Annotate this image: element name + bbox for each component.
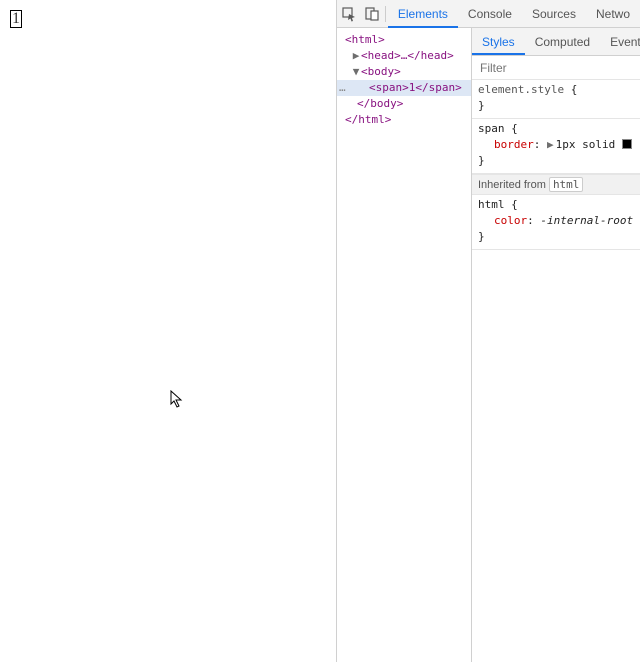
styles-filter-row	[472, 56, 640, 80]
dom-node-html-close[interactable]: </html>	[337, 112, 471, 128]
styles-filter-input[interactable]	[478, 60, 634, 76]
page-span: 1	[10, 10, 22, 28]
devtools-panel: Elements Console Sources Netwo <html> ▶<…	[336, 0, 640, 662]
css-value: -internal-root-c	[540, 214, 634, 227]
tab-sources[interactable]: Sources	[522, 0, 586, 28]
css-value: 1px solid	[556, 138, 616, 151]
dom-tree[interactable]: <html> ▶<head>…</head> ▼<body> …<span>1<…	[337, 28, 472, 662]
inherited-from-bar: Inherited from html	[472, 174, 640, 195]
css-rules-list: element.style { } span { border: ▶1px so…	[472, 80, 640, 662]
color-swatch-icon[interactable]	[622, 139, 632, 149]
styles-pane: Styles Computed Event L element.style { …	[472, 28, 640, 662]
rule-span[interactable]: span { border: ▶1px solid bl }	[472, 119, 640, 174]
subtab-event-listeners[interactable]: Event L	[600, 28, 640, 55]
dom-node-html-open[interactable]: <html>	[337, 32, 471, 48]
subtab-computed[interactable]: Computed	[525, 28, 600, 55]
ellipsis-icon[interactable]: …	[339, 80, 345, 96]
selector-text: element.style	[478, 83, 564, 96]
selector-text: html	[478, 198, 505, 211]
styles-sub-tabs: Styles Computed Event L	[472, 28, 640, 56]
app-root: 1 Elements Console Sources Netwo	[0, 0, 640, 662]
inspect-element-icon[interactable]	[337, 0, 360, 28]
tab-elements[interactable]: Elements	[388, 0, 458, 28]
device-toolbar-icon[interactable]	[360, 0, 383, 28]
subtab-styles[interactable]: Styles	[472, 28, 525, 55]
css-property: border	[494, 138, 534, 151]
toolbar-separator	[385, 6, 386, 22]
mouse-cursor-icon	[170, 390, 186, 410]
rule-element-style[interactable]: element.style { }	[472, 80, 640, 119]
rendered-page: 1	[0, 0, 336, 662]
expand-triangle-icon[interactable]: ▶	[351, 48, 361, 64]
css-property: color	[494, 214, 527, 227]
dom-node-body-close[interactable]: </body>	[337, 96, 471, 112]
dom-node-head[interactable]: ▶<head>…</head>	[337, 48, 471, 64]
devtools-main-tabs: Elements Console Sources Netwo	[388, 0, 640, 28]
devtools-toolbar: Elements Console Sources Netwo	[337, 0, 640, 28]
css-declaration[interactable]: color: -internal-root-c	[478, 213, 634, 229]
inherited-label: Inherited from	[478, 179, 546, 191]
tab-console[interactable]: Console	[458, 0, 522, 28]
tab-network[interactable]: Netwo	[586, 0, 640, 28]
shorthand-expand-icon[interactable]: ▶	[547, 138, 554, 151]
inherited-from-link[interactable]: html	[549, 177, 584, 192]
rule-html[interactable]: html { color: -internal-root-c }	[472, 195, 640, 250]
css-declaration[interactable]: border: ▶1px solid bl	[478, 137, 634, 153]
selector-text: span	[478, 122, 505, 135]
devtools-panes: <html> ▶<head>…</head> ▼<body> …<span>1<…	[337, 28, 640, 662]
dom-node-body-open[interactable]: ▼<body>	[337, 64, 471, 80]
collapse-triangle-icon[interactable]: ▼	[351, 64, 361, 80]
dom-node-span[interactable]: …<span>1</span>	[337, 80, 471, 96]
